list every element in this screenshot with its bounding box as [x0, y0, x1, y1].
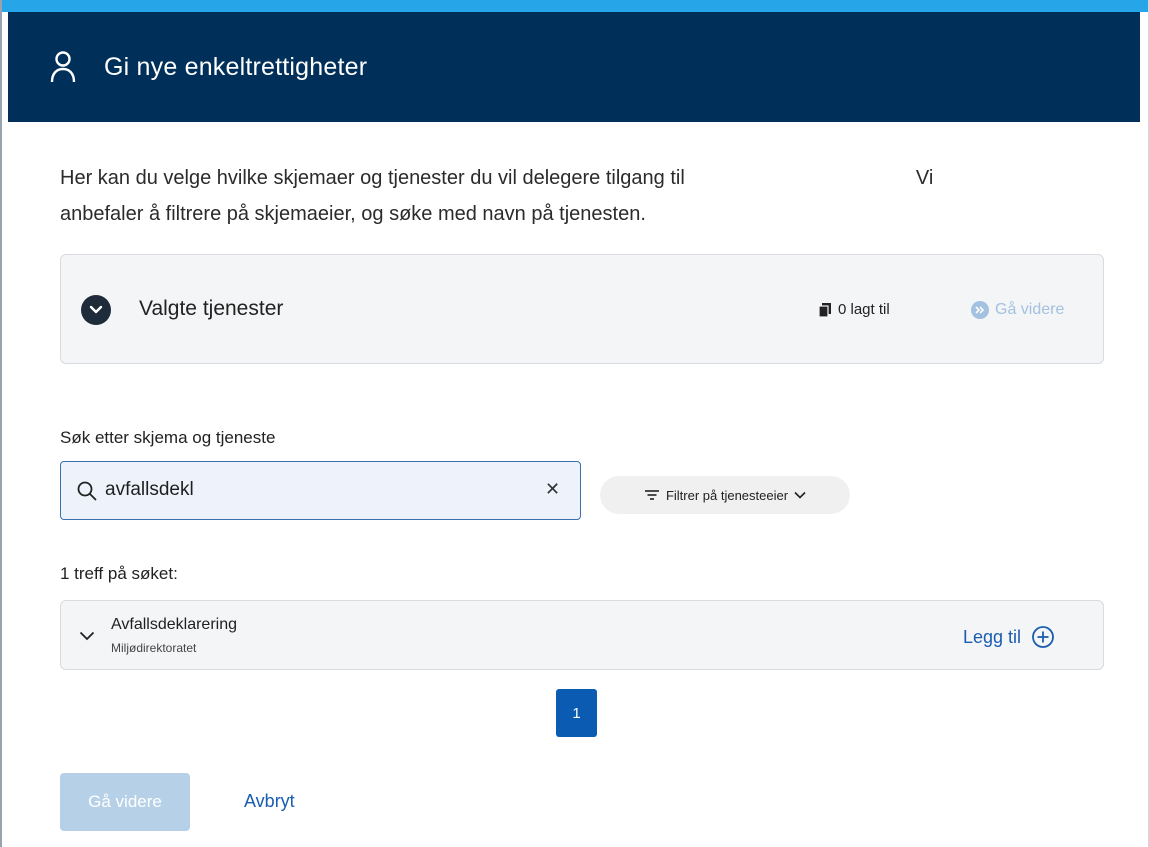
- search-label: Søk etter skjema og tjeneste: [60, 428, 276, 447]
- plus-circle-icon: [1032, 626, 1054, 648]
- selected-services-panel: Valgte tjenester 0 lagt til Gå videre: [60, 254, 1104, 364]
- intro-line2: anbefaler å filtrere på skjemaeier, og s…: [60, 203, 646, 225]
- proceed-label: Gå videre: [995, 301, 1065, 318]
- add-label: Legg til: [963, 626, 1022, 647]
- filter-icon: [644, 490, 659, 500]
- intro-line1-start: Her kan du velge hvilke skjemaer og tjen…: [60, 167, 685, 189]
- search-value[interactable]: avfallsdekl: [105, 479, 194, 501]
- search-input[interactable]: avfallsdekl ✕: [60, 461, 581, 520]
- intro-text: Her kan du velge hvilke skjemaer og tjen…: [60, 160, 1100, 232]
- add-service-button[interactable]: Legg til: [963, 625, 1055, 649]
- chevron-down-icon: [89, 305, 103, 314]
- added-count-label: 0 lagt til: [838, 301, 890, 318]
- filter-owner-dropdown[interactable]: Filtrer på tjenesteeier: [600, 476, 850, 514]
- cancel-link[interactable]: Avbryt: [244, 791, 295, 812]
- pagination-page-1[interactable]: 1: [556, 689, 597, 737]
- intro-line1-end: Vi: [915, 167, 934, 189]
- result-item[interactable]: Avfallsdeklarering Miljødirektoratet Leg…: [60, 600, 1104, 670]
- documents-icon: [818, 302, 831, 318]
- expand-selected-button[interactable]: [81, 295, 111, 325]
- person-icon: [50, 51, 76, 83]
- selected-services-title: Valgte tjenester: [139, 297, 284, 320]
- search-icon: [77, 481, 97, 501]
- result-owner: Miljødirektoratet: [111, 641, 197, 655]
- clear-search-icon[interactable]: ✕: [545, 479, 560, 500]
- proceed-button[interactable]: Gå videre: [60, 773, 190, 831]
- page-title: Gi nye enkeltrettigheter: [104, 52, 368, 81]
- chevron-down-icon[interactable]: [79, 631, 95, 641]
- result-name: Avfallsdeklarering: [111, 616, 237, 633]
- chevron-down-icon: [794, 491, 806, 499]
- double-chevron-right-icon: [971, 301, 989, 319]
- added-count: 0 lagt til: [818, 301, 890, 318]
- filter-label: Filtrer på tjenesteeier: [665, 487, 789, 503]
- page-header: Gi nye enkeltrettigheter: [8, 12, 1140, 122]
- top-accent-bar: [0, 0, 1149, 12]
- results-summary: 1 treff på søket:: [60, 564, 178, 583]
- proceed-link-disabled[interactable]: Gå videre: [971, 301, 1064, 319]
- window-left-border: [0, 0, 2, 847]
